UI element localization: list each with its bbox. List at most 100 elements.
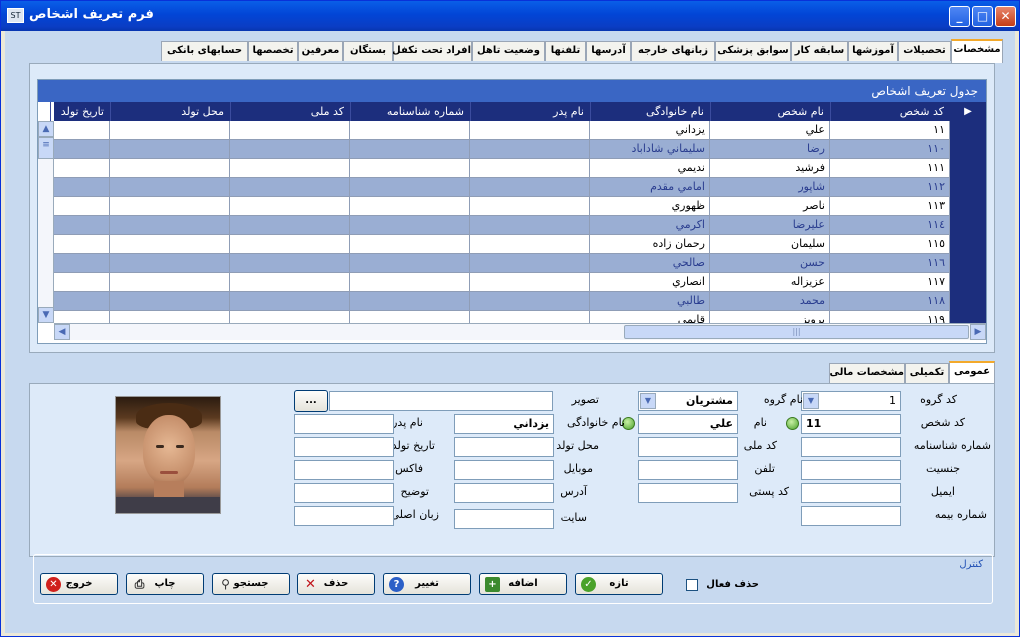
table-cell[interactable] [470, 197, 590, 216]
tab-education[interactable]: تحصیلات [898, 41, 951, 61]
table-cell[interactable]: ١١٤ [830, 216, 950, 235]
col-id-number[interactable]: شماره شناسنامه [350, 102, 470, 121]
tab-relatives[interactable]: بستگان [343, 41, 393, 61]
scroll-thumb[interactable]: ≡ [38, 137, 54, 159]
persons-grid[interactable]: جدول تعریف اشخاص کد شخص نام شخص نام خانو… [37, 79, 987, 344]
table-cell[interactable]: ١١٨ [830, 292, 950, 311]
mobile-input[interactable] [454, 460, 554, 480]
table-row[interactable]: ١١٤ عليرضا اكرمي [54, 216, 950, 235]
table-cell[interactable] [110, 197, 230, 216]
refresh-button[interactable]: ✓ تازه [575, 573, 663, 595]
table-row[interactable]: ١١٨ محمد طالبي [54, 292, 950, 311]
table-cell[interactable]: محمد [710, 292, 830, 311]
horizontal-scroll-thumb[interactable]: ||| [624, 325, 969, 339]
table-cell[interactable] [230, 159, 350, 178]
table-cell[interactable] [54, 121, 110, 140]
maximize-button[interactable]: □ [972, 6, 993, 27]
table-row[interactable]: ١١٦ حسن صالحي [54, 254, 950, 273]
tab-medical-history[interactable]: سوابق پزشکی [715, 41, 791, 61]
minimize-button[interactable]: _ [949, 6, 970, 27]
fax-input[interactable] [294, 460, 394, 480]
table-cell[interactable]: ١١٣ [830, 197, 950, 216]
id-number-input[interactable] [801, 437, 901, 457]
exit-button[interactable]: ✕ خروج [40, 573, 118, 595]
tab-marital-status[interactable]: وضعیت تاهل [472, 41, 545, 61]
table-cell[interactable]: علي [710, 121, 830, 140]
table-cell[interactable] [350, 254, 470, 273]
table-cell[interactable] [230, 235, 350, 254]
close-button[interactable]: ✕ [995, 6, 1016, 27]
table-cell[interactable]: عليرضا [710, 216, 830, 235]
table-cell[interactable]: فرشيد [710, 159, 830, 178]
tab-phones[interactable]: تلفنها [545, 41, 586, 61]
table-row[interactable]: ١١١ فرشيد نديمي [54, 159, 950, 178]
table-cell[interactable] [110, 159, 230, 178]
table-cell[interactable] [230, 121, 350, 140]
tab-trainings[interactable]: آموزشها [848, 41, 898, 61]
table-cell[interactable]: ظهوري [590, 197, 710, 216]
table-cell[interactable] [54, 235, 110, 254]
search-button[interactable]: ⚲ جستجو [212, 573, 290, 595]
browse-image-button[interactable]: ... [294, 390, 328, 412]
table-cell[interactable] [230, 273, 350, 292]
table-cell[interactable] [110, 273, 230, 292]
table-cell[interactable] [470, 235, 590, 254]
table-cell[interactable] [230, 197, 350, 216]
table-cell[interactable] [54, 292, 110, 311]
tab-referrers[interactable]: معرفین [298, 41, 343, 61]
col-national-code[interactable]: کد ملی [230, 102, 350, 121]
table-cell[interactable]: نديمي [590, 159, 710, 178]
col-father-name[interactable]: نام پدر [470, 102, 590, 121]
gender-input[interactable] [801, 460, 901, 480]
tab-work-history[interactable]: سابقه کار [791, 41, 848, 61]
table-cell[interactable] [230, 178, 350, 197]
group-name-combo[interactable]: مشتریان ▼ [638, 391, 738, 411]
table-cell[interactable]: امامي مقدم [590, 178, 710, 197]
table-cell[interactable] [54, 273, 110, 292]
tab-supplementary[interactable]: تکمیلی [905, 363, 949, 383]
chevron-down-icon[interactable]: ▼ [640, 393, 656, 409]
table-cell[interactable]: يزداني [590, 121, 710, 140]
table-cell[interactable]: ناصر [710, 197, 830, 216]
delete-active-checkbox[interactable] [686, 579, 698, 591]
phone-input[interactable] [638, 460, 738, 480]
table-cell[interactable] [350, 178, 470, 197]
scroll-left-icon[interactable]: ◀ [54, 324, 70, 340]
tab-specialties[interactable]: تخصصها [248, 41, 298, 61]
address-input[interactable] [454, 483, 554, 503]
name-input[interactable]: علي [638, 414, 738, 434]
table-cell[interactable] [350, 273, 470, 292]
national-code-input[interactable] [638, 437, 738, 457]
table-cell[interactable]: ١١ [830, 121, 950, 140]
table-cell[interactable] [110, 121, 230, 140]
table-cell[interactable] [350, 159, 470, 178]
table-cell[interactable]: ١١٠ [830, 140, 950, 159]
table-cell[interactable] [54, 197, 110, 216]
language-input[interactable] [294, 506, 394, 526]
postal-code-input[interactable] [638, 483, 738, 503]
table-cell[interactable] [110, 140, 230, 159]
title-bar[interactable]: ST فرم تعریف اشخاص _ □ ✕ [1, 1, 1019, 31]
tab-general-info[interactable]: عمومی [949, 361, 995, 385]
table-cell[interactable]: شاپور [710, 178, 830, 197]
table-cell[interactable]: حسن [710, 254, 830, 273]
table-cell[interactable]: ١١٥ [830, 235, 950, 254]
table-cell[interactable]: ١١٦ [830, 254, 950, 273]
table-cell[interactable] [470, 273, 590, 292]
table-cell[interactable] [470, 292, 590, 311]
table-cell[interactable] [54, 178, 110, 197]
table-cell[interactable] [470, 140, 590, 159]
table-cell[interactable] [470, 216, 590, 235]
site-input[interactable] [454, 509, 554, 529]
col-last-name[interactable]: نام خانوادگی [590, 102, 710, 121]
tab-languages[interactable]: زبانهای خارجه [631, 41, 715, 61]
insurance-input[interactable] [801, 506, 901, 526]
tab-addresses[interactable]: آدرسها [586, 41, 631, 61]
table-cell[interactable]: انصاري [590, 273, 710, 292]
table-cell[interactable] [110, 216, 230, 235]
table-cell[interactable]: رضا [710, 140, 830, 159]
table-cell[interactable] [350, 216, 470, 235]
table-row[interactable]: ١١٢ شاپور امامي مقدم [54, 178, 950, 197]
delete-button[interactable]: ✕ حذف [297, 573, 375, 595]
grid-horizontal-scrollbar[interactable]: ◀ ||| ▶ [54, 323, 986, 340]
